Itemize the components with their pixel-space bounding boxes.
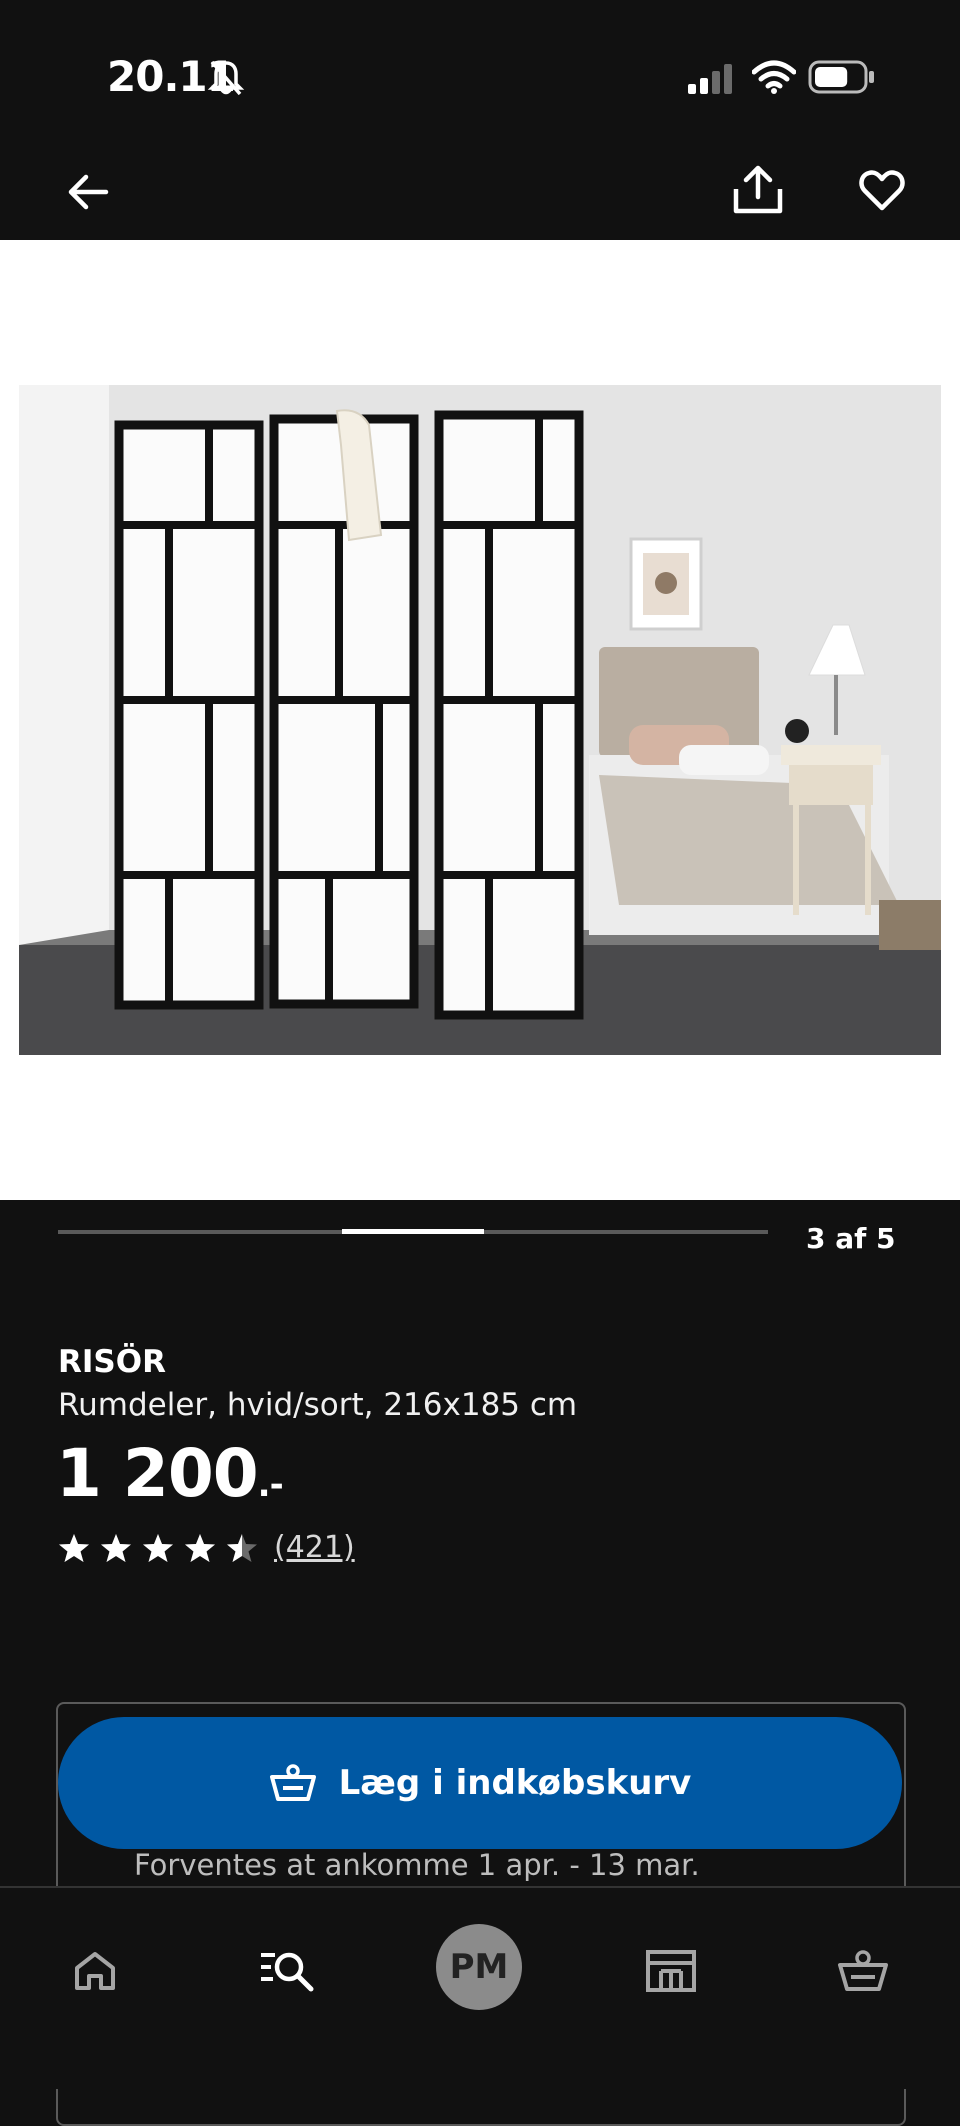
share-button[interactable] — [728, 158, 788, 222]
store-icon — [646, 1950, 696, 1992]
star-icon — [59, 1533, 89, 1562]
delivery-estimate: Forventes at ankomme 1 apr. - 13 mar. — [134, 1848, 700, 1882]
tab-store[interactable] — [626, 1926, 716, 2016]
arrow-left-icon — [68, 174, 109, 210]
product-image-gallery[interactable] — [0, 240, 960, 1200]
product-rating[interactable]: (421) — [58, 1530, 355, 1565]
home-icon — [75, 1952, 115, 1990]
star-icon — [101, 1533, 131, 1562]
product-image — [19, 385, 941, 1055]
basket-icon — [838, 1950, 888, 1991]
review-count-link[interactable]: (421) — [274, 1530, 355, 1565]
search-list-icon — [261, 1952, 314, 1992]
rating-stars — [58, 1532, 258, 1564]
heart-outline-icon — [859, 170, 905, 211]
star-icon — [143, 1533, 173, 1562]
star-icon — [227, 1533, 257, 1562]
signal-icon — [688, 64, 732, 94]
bell-off-icon — [207, 60, 245, 96]
product-name: RISÖR — [58, 1344, 166, 1380]
tab-cart[interactable] — [818, 1926, 908, 2016]
gallery-progress-bar — [58, 1229, 768, 1234]
add-to-cart-button[interactable]: Læg i indkøbskurv — [58, 1717, 902, 1849]
bottom-tab-bar: PM — [0, 1886, 960, 2089]
avatar: PM — [436, 1924, 522, 2010]
price-value: 1 200 — [56, 1435, 259, 1512]
favorite-button[interactable] — [852, 160, 912, 220]
gallery-progress-indicator — [342, 1229, 484, 1234]
tab-profile[interactable]: PM — [434, 1922, 524, 2012]
add-to-cart-label: Læg i indkøbskurv — [338, 1763, 692, 1803]
tab-home[interactable] — [50, 1926, 140, 2016]
wifi-icon — [752, 60, 796, 94]
star-icon — [185, 1533, 215, 1562]
share-icon — [733, 165, 783, 214]
tab-search[interactable] — [242, 1926, 332, 2016]
image-counter: 3 af 5 — [806, 1222, 896, 1255]
price-suffix: .- — [257, 1465, 284, 1505]
product-description: Rumdeler, hvid/sort, 216x185 cm — [58, 1387, 578, 1423]
battery-icon — [808, 60, 874, 94]
basket-icon — [269, 1764, 316, 1801]
top-nav-bar — [0, 150, 960, 240]
status-bar: 20.11 — [0, 0, 960, 150]
back-button[interactable] — [58, 162, 118, 222]
product-price: 1 200.- — [56, 1435, 284, 1512]
